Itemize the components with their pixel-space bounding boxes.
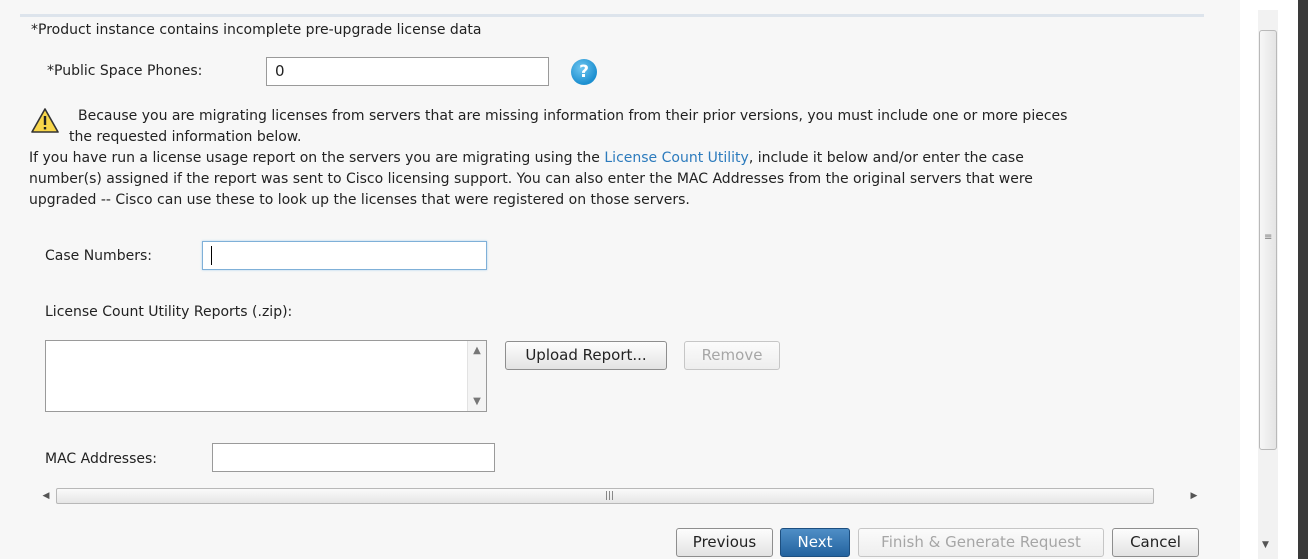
license-form-panel: *Product instance contains incomplete pr… <box>0 0 1240 559</box>
scroll-down-icon[interactable]: ▼ <box>1262 540 1269 550</box>
incomplete-data-note: *Product instance contains incomplete pr… <box>31 22 482 38</box>
public-space-phones-label: *Public Space Phones: <box>47 63 203 79</box>
finish-generate-request-button[interactable]: Finish & Generate Request <box>858 528 1104 557</box>
mac-addresses-input[interactable] <box>212 443 495 472</box>
warning-icon <box>31 108 59 133</box>
upload-report-button[interactable]: Upload Report... <box>505 341 667 370</box>
reports-listbox[interactable]: ▲ ▼ <box>45 340 487 412</box>
horizontal-scrollbar[interactable]: ◀ ||| ▶ <box>36 487 1204 505</box>
warning-line-1: Because you are migrating licenses from … <box>78 108 1068 124</box>
case-numbers-label: Case Numbers: <box>45 248 152 264</box>
public-space-phones-value: 0 <box>275 62 285 80</box>
license-count-utility-link[interactable]: License Count Utility <box>604 150 748 166</box>
instructions-line-1: If you have run a license usage report o… <box>29 150 1024 166</box>
reports-label: License Count Utility Reports (.zip): <box>45 304 293 320</box>
case-numbers-input[interactable] <box>202 241 487 270</box>
horizontal-scroll-thumb[interactable]: ||| <box>56 488 1154 504</box>
scroll-left-icon[interactable]: ◀ <box>36 487 56 505</box>
warning-line-2: the requested information below. <box>69 129 302 145</box>
mac-addresses-label: MAC Addresses: <box>45 451 158 467</box>
help-icon[interactable]: ? <box>571 59 597 85</box>
instructions-line-3: upgraded -- Cisco can use these to look … <box>29 192 690 208</box>
vertical-grip-icon: ≡ <box>1264 232 1273 243</box>
next-button[interactable]: Next <box>780 528 850 557</box>
reports-listbox-scrollbar[interactable]: ▲ ▼ <box>467 341 486 411</box>
scroll-right-icon[interactable]: ▶ <box>1184 487 1204 505</box>
scroll-grip-icon: ||| <box>605 491 615 501</box>
window-edge <box>1298 0 1308 559</box>
top-divider <box>20 14 1204 17</box>
scroll-down-icon[interactable]: ▼ <box>468 396 486 407</box>
cancel-button[interactable]: Cancel <box>1112 528 1199 557</box>
previous-button[interactable]: Previous <box>676 528 773 557</box>
instructions-line-2: number(s) assigned if the report was sen… <box>29 171 1033 187</box>
remove-button[interactable]: Remove <box>684 341 780 370</box>
text-caret <box>211 246 212 265</box>
public-space-phones-input[interactable]: 0 <box>266 57 549 86</box>
scroll-up-icon[interactable]: ▲ <box>468 345 486 356</box>
